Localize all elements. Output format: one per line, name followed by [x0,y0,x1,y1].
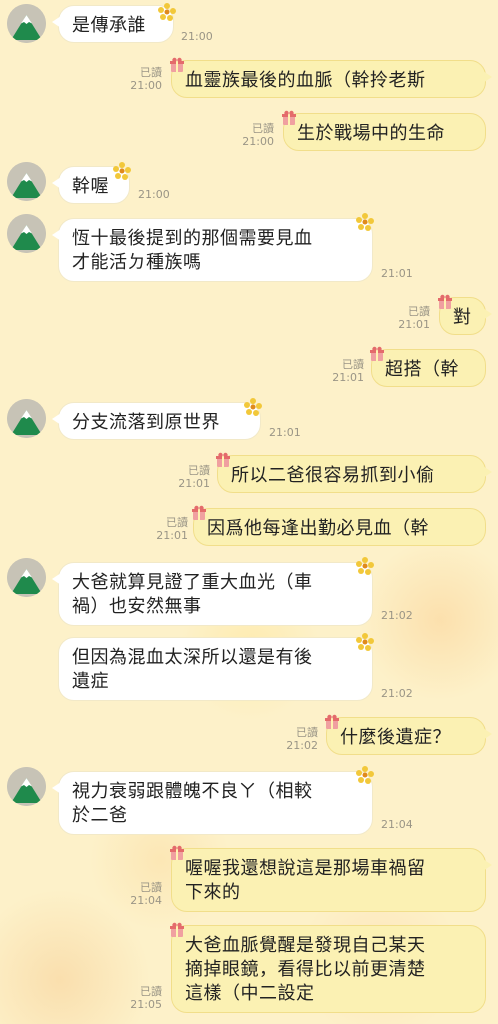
message-bubble[interactable]: 什麼後遺症？ [326,717,492,755]
mountain-avatar-icon [7,214,46,253]
yellow-flower-icon [158,3,176,21]
avatar[interactable] [7,214,46,253]
message-meta: 已讀 21:01 [330,358,364,384]
mountain-avatar-icon [7,767,46,806]
yellow-flower-icon [356,213,374,231]
message-bubble[interactable]: 大爸血脈覺醒是發現自己某天 摘掉眼鏡，看得比以前更清楚 這樣（中二設定 [171,925,486,1013]
message-time: 21:01 [269,426,301,439]
message-bubble[interactable]: 大爸就算見證了重大血光（車 禍）也安然無事 [52,562,373,626]
message-line: 大爸血脈覺醒是發現自己某天 [185,935,426,956]
message-bubble[interactable]: 因爲他每逢出勤必見血（幹 [193,508,486,546]
message-bubble[interactable]: 恆十最後提到的那個需要見血 才能活ㄉ種族嗎 [52,218,373,282]
yellow-flower-icon [244,398,262,416]
yellow-flower-icon [356,766,374,784]
message-bubble[interactable]: 所以二爸很容易抓到小偷 [217,455,492,493]
message-time: 21:01 [398,318,430,331]
message-line: 大爸就算見證了重大血光（車 [72,572,313,593]
message-line: 遺症 [72,671,109,692]
gift-icon [282,110,296,125]
message-line: 生於戰場中的生命 [297,123,445,144]
gift-icon [438,294,452,309]
message-time: 21:01 [381,267,413,280]
read-receipt: 已讀 [342,358,364,371]
message-line: 幹喔 [72,176,109,197]
message-time: 21:02 [381,687,413,700]
mountain-avatar-icon [7,399,46,438]
message-line: 於二爸 [72,805,128,826]
message-line: 對 [453,307,472,328]
message-line: 才能活ㄉ種族嗎 [72,252,202,273]
message-meta: 已讀 21:05 [128,985,162,1011]
gift-icon [216,452,230,467]
message-meta: 已讀 21:04 [128,881,162,907]
gift-icon [170,922,184,937]
message-line: 禍）也安然無事 [72,596,202,617]
message-time: 21:00 [242,135,274,148]
message-line: 超搭（幹 [385,359,459,380]
read-receipt: 已讀 [408,305,430,318]
avatar[interactable] [7,399,46,438]
mountain-avatar-icon [7,558,46,597]
mountain-avatar-icon [7,162,46,201]
message-bubble[interactable]: 生於戰場中的生命 [283,113,486,151]
message-meta: 已讀 21:01 [154,516,188,542]
message-time: 21:05 [130,998,162,1011]
gift-icon [325,714,339,729]
message-time: 21:01 [332,371,364,384]
read-receipt: 已讀 [188,464,210,477]
message-meta: 已讀 21:00 [128,66,162,92]
message-line: 但因為混血太深所以還是有後 [72,647,313,668]
read-receipt: 已讀 [252,122,274,135]
message-time: 21:02 [381,609,413,622]
read-receipt: 已讀 [296,726,318,739]
message-line: 什麼後遺症？ [340,727,451,748]
avatar[interactable] [7,767,46,806]
message-bubble[interactable]: 視力衰弱跟體魄不良ㄚ（相較 於二爸 [52,771,373,835]
message-meta: 已讀 21:02 [284,726,318,752]
message-bubble[interactable]: 分支流落到原世界 [52,402,261,440]
message-line: 恆十最後提到的那個需要見血 [72,228,313,249]
yellow-flower-icon [356,633,374,651]
message-time: 21:02 [286,739,318,752]
message-meta: 已讀 21:00 [240,122,274,148]
gift-icon [170,845,184,860]
mountain-avatar-icon [7,4,46,43]
message-line: 喔喔我還想說這是那場車禍留 [185,858,426,879]
read-receipt: 已讀 [140,985,162,998]
message-meta: 已讀 21:01 [396,305,430,331]
message-line: 血靈族最後的血脈（幹拎老斯 [185,70,426,91]
read-receipt: 已讀 [166,516,188,529]
gift-icon [170,57,184,72]
read-receipt: 已讀 [140,881,162,894]
message-line: 因爲他每逢出勤必見血（幹 [207,518,429,539]
message-line: 這樣（中二設定 [185,983,315,1004]
message-bubble[interactable]: 血靈族最後的血脈（幹拎老斯 [171,60,492,98]
message-time: 21:01 [156,529,188,542]
message-time: 21:04 [381,818,413,831]
message-bubble[interactable]: 喔喔我還想說這是那場車禍留 下來的 [171,848,492,912]
message-time: 21:00 [138,188,170,201]
message-bubble[interactable]: 但因為混血太深所以還是有後 遺症 [58,637,373,701]
message-time: 21:04 [130,894,162,907]
message-line: 摘掉眼鏡，看得比以前更清楚 [185,959,426,980]
gift-icon [192,505,206,520]
message-meta: 已讀 21:01 [176,464,210,490]
gift-icon [370,346,384,361]
yellow-flower-icon [356,557,374,575]
message-bubble[interactable]: 超搭（幹 [371,349,486,387]
avatar[interactable] [7,558,46,597]
message-line: 是傳承誰 [72,15,146,36]
message-line: 下來的 [185,882,241,903]
message-line: 所以二爸很容易抓到小偷 [231,465,435,486]
message-line: 分支流落到原世界 [72,412,220,433]
read-receipt: 已讀 [140,66,162,79]
avatar[interactable] [7,4,46,43]
yellow-flower-icon [113,162,131,180]
avatar[interactable] [7,162,46,201]
message-time: 21:00 [181,30,213,43]
message-time: 21:01 [178,477,210,490]
message-line: 視力衰弱跟體魄不良ㄚ（相較 [72,781,313,802]
message-time: 21:00 [130,79,162,92]
